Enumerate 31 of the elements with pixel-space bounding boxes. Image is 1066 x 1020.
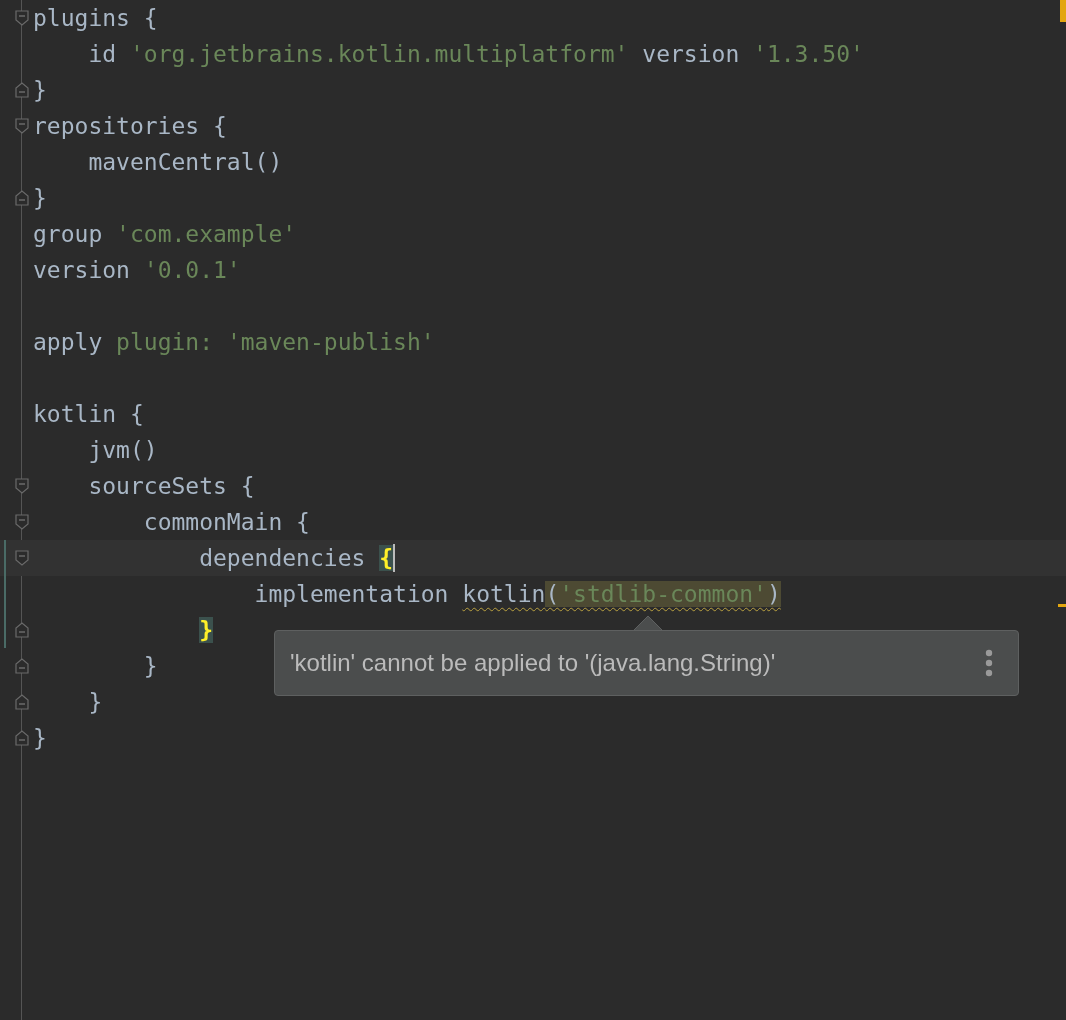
code-line: commonMain { xyxy=(142,508,310,537)
code-line: mavenCentral() xyxy=(87,148,283,177)
code-line: plugins { xyxy=(33,4,158,33)
fold-end-icon[interactable] xyxy=(15,82,29,98)
fold-end-icon[interactable] xyxy=(15,190,29,206)
fold-collapse-icon[interactable] xyxy=(15,478,29,494)
code-line: sourceSets { xyxy=(87,472,255,501)
fold-end-icon[interactable] xyxy=(15,622,29,638)
code-line: kotlin { xyxy=(33,400,144,429)
code-line: } xyxy=(87,688,103,717)
code-line: repositories { xyxy=(33,112,227,141)
code-line: } xyxy=(33,76,47,105)
code-line: group 'com.example' xyxy=(33,220,297,249)
code-line: implementation kotlin('stdlib-common') xyxy=(253,580,781,609)
code-line: jvm() xyxy=(87,436,158,465)
fold-collapse-icon[interactable] xyxy=(15,118,29,134)
fold-collapse-icon[interactable] xyxy=(15,550,29,566)
fold-end-icon[interactable] xyxy=(15,694,29,710)
code-line: apply plugin: 'maven-publish' xyxy=(33,328,435,357)
code-line: } xyxy=(33,724,47,753)
fold-end-icon[interactable] xyxy=(15,730,29,746)
fold-collapse-icon[interactable] xyxy=(15,514,29,530)
code-line: id 'org.jetbrains.kotlin.multiplatform' version '1.3.50' xyxy=(87,40,864,69)
error-message: 'kotlin' cannot be applied to '(java.lang.String)' xyxy=(290,649,776,677)
code-line: } xyxy=(33,184,47,213)
more-options-icon[interactable] xyxy=(984,649,994,677)
code-line: } xyxy=(142,652,158,681)
code-line: dependencies { xyxy=(198,544,394,573)
code-line: version '0.0.1' xyxy=(33,256,241,285)
fold-end-icon[interactable] xyxy=(15,658,29,674)
fold-collapse-icon[interactable] xyxy=(15,10,29,26)
